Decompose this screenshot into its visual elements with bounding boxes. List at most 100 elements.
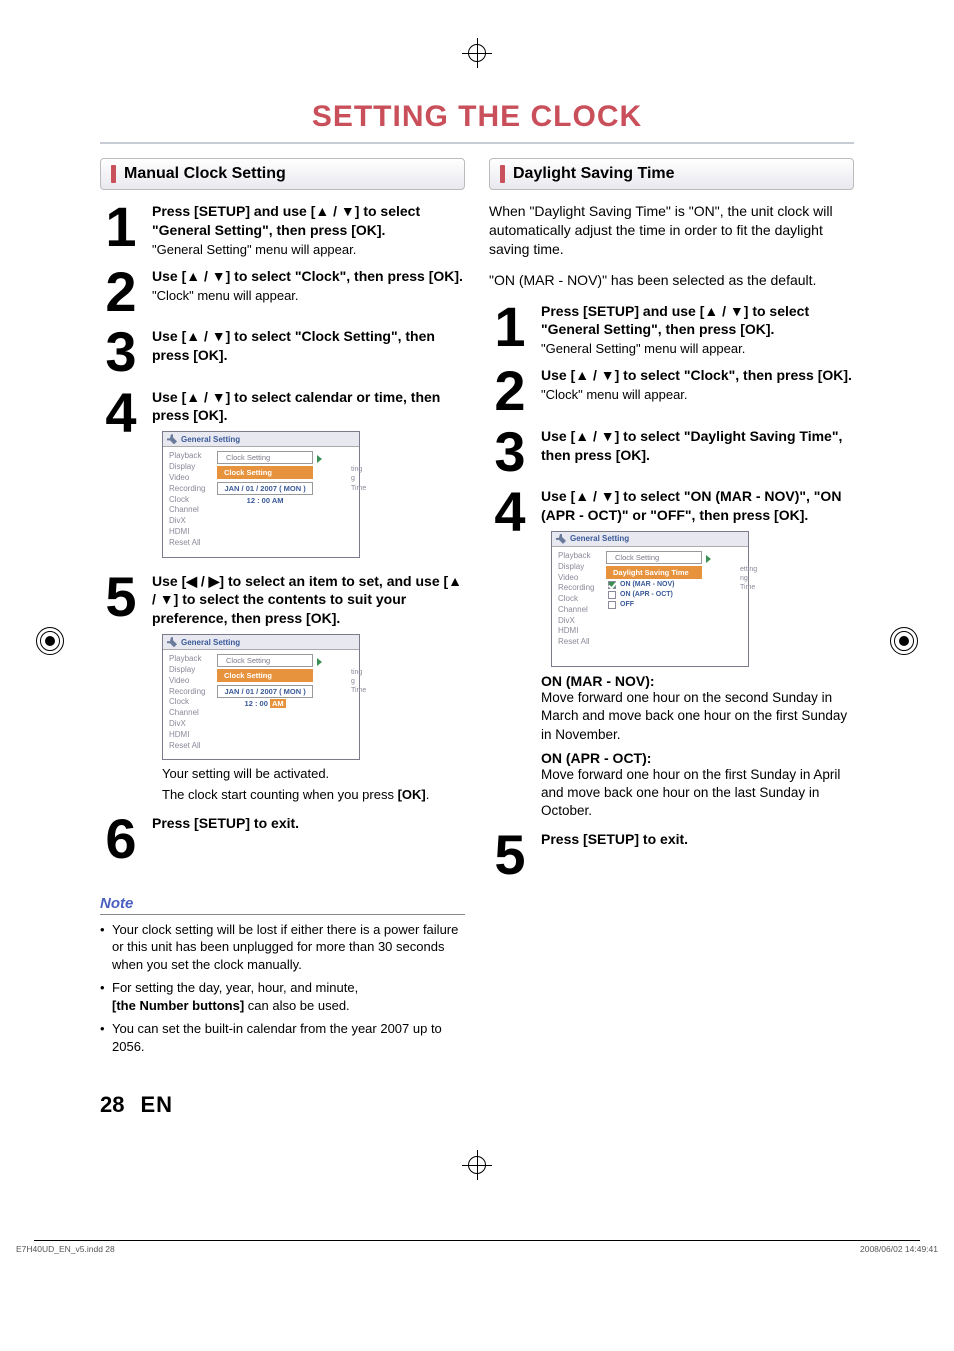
crop-mark-icon — [468, 1156, 486, 1174]
menu-date: JAN / 01 / 2007 ( MON ) — [217, 685, 313, 698]
option-heading: ON (MAR - NOV): — [541, 673, 854, 689]
step-number: 1 — [489, 302, 531, 357]
step-subtext: "General Setting" menu will appear. — [541, 341, 854, 356]
step-number: 3 — [489, 427, 531, 477]
option-heading: ON (APR - OCT): — [541, 750, 854, 766]
step-subtext: "Clock" menu will appear. — [152, 288, 465, 303]
step-3: 3 Use [▲ / ▼] to select "Clock Setting",… — [100, 327, 465, 377]
menu-option: ON (APR - OCT) — [606, 591, 702, 599]
menu-item: Channel — [169, 708, 205, 719]
arrow-right-icon — [706, 555, 711, 563]
arrow-right-icon — [317, 455, 322, 463]
menu-row: Clock Setting — [606, 551, 702, 564]
menu-list: Playback Display Video Recording Clock C… — [169, 654, 205, 751]
menu-item: Clock — [169, 697, 205, 708]
section-heading-label: Daylight Saving Time — [513, 165, 675, 183]
step-1: 1 Press [SETUP] and use [▲ / ▼] to selec… — [489, 302, 854, 357]
menu-time: 12 : 00 AM — [217, 496, 313, 505]
step-number: 6 — [100, 814, 142, 864]
step-4: 4 Use [▲ / ▼] to select calendar or time… — [100, 388, 465, 562]
menu-highlight: Daylight Saving Time — [606, 566, 702, 579]
menu-option: ON (MAR - NOV) — [606, 581, 702, 589]
step-number: 2 — [100, 267, 142, 317]
menu-item: Playback — [558, 551, 594, 562]
menu-item: Reset All — [169, 538, 205, 549]
menu-highlight: Clock Setting — [217, 466, 313, 479]
step-number: 4 — [489, 487, 531, 820]
step-text: Use [▲ / ▼] to select calendar or time, … — [152, 388, 465, 426]
section-heading-manual: Manual Clock Setting — [100, 158, 465, 190]
menu-item: Playback — [169, 654, 205, 665]
menu-option: OFF — [606, 601, 702, 609]
menu-item: Display — [558, 562, 594, 573]
step-after-text: The clock start counting when you press … — [162, 787, 465, 802]
step-5: 5 Use [◀ / ▶] to select an item to set, … — [100, 572, 465, 805]
menu-item: Display — [169, 665, 205, 676]
menu-item: HDMI — [558, 626, 594, 637]
footer: E7H40UD_EN_v5.indd 28 2008/06/02 14:49:4… — [16, 1244, 938, 1254]
step-text: Press [SETUP] and use [▲ / ▼] to select … — [541, 302, 854, 340]
section-heading-label: Manual Clock Setting — [124, 165, 286, 183]
menu-item: Recording — [169, 687, 205, 698]
step-text: Press [SETUP] to exit. — [152, 814, 465, 833]
checkbox-icon — [608, 591, 616, 599]
section-heading-dst: Daylight Saving Time — [489, 158, 854, 190]
step-5: 5 Press [SETUP] to exit. — [489, 830, 854, 880]
step-number: 2 — [489, 366, 531, 416]
intro-text: "ON (MAR - NOV)" has been selected as th… — [489, 271, 854, 290]
menu-screenshot: General Setting Playback Display Video R… — [551, 531, 749, 667]
note-title: Note — [100, 895, 465, 915]
step-text: Use [▲ / ▼] to select "ON (MAR - NOV)", … — [541, 487, 854, 525]
menu-title: General Setting — [181, 435, 240, 444]
menu-item: HDMI — [169, 730, 205, 741]
menu-side-label: ettingng Time — [740, 565, 757, 592]
arrow-right-icon — [317, 658, 322, 666]
menu-item: Playback — [169, 451, 205, 462]
step-text: Use [▲ / ▼] to select "Clock Setting", t… — [152, 327, 465, 365]
menu-item: Channel — [169, 505, 205, 516]
step-6: 6 Press [SETUP] to exit. — [100, 814, 465, 864]
menu-item: DivX — [169, 719, 205, 730]
step-text: Use [▲ / ▼] to select "Clock", then pres… — [541, 366, 854, 385]
note-box: Note Your clock setting will be lost if … — [100, 895, 465, 1056]
menu-item: Recording — [169, 484, 205, 495]
wrench-icon — [167, 434, 177, 444]
page-title: SETTING THE CLOCK — [100, 100, 854, 134]
checkbox-icon — [608, 581, 616, 589]
menu-list: Playback Display Video Recording Clock C… — [558, 551, 594, 648]
menu-highlight: Clock Setting — [217, 669, 313, 682]
wrench-icon — [167, 637, 177, 647]
step-3: 3 Use [▲ / ▼] to select "Daylight Saving… — [489, 427, 854, 477]
step-after-text: Your setting will be activated. — [162, 766, 465, 781]
menu-item: HDMI — [169, 527, 205, 538]
menu-item: Clock — [169, 495, 205, 506]
step-text: Use [◀ / ▶] to select an item to set, an… — [152, 572, 465, 629]
menu-item: DivX — [169, 516, 205, 527]
step-text: Use [▲ / ▼] to select "Daylight Saving T… — [541, 427, 854, 465]
menu-time: 12 : 00 AM — [217, 699, 313, 708]
step-text: Press [SETUP] to exit. — [541, 830, 854, 849]
menu-row: Clock Setting — [217, 451, 313, 464]
note-item: Your clock setting will be lost if eithe… — [100, 921, 465, 974]
option-body: Move forward one hour on the first Sunda… — [541, 766, 854, 821]
menu-screenshot: General Setting Playback Display Video R… — [162, 431, 360, 557]
note-item: You can set the built-in calendar from t… — [100, 1020, 465, 1055]
footer-left: E7H40UD_EN_v5.indd 28 — [16, 1244, 115, 1254]
step-4: 4 Use [▲ / ▼] to select "ON (MAR - NOV)"… — [489, 487, 854, 820]
step-2: 2 Use [▲ / ▼] to select "Clock", then pr… — [489, 366, 854, 416]
menu-item: Video — [169, 676, 205, 687]
step-number: 3 — [100, 327, 142, 377]
menu-date: JAN / 01 / 2007 ( MON ) — [217, 482, 313, 495]
menu-title: General Setting — [570, 534, 629, 543]
menu-item: DivX — [558, 616, 594, 627]
menu-row: Clock Setting — [217, 654, 313, 667]
menu-item: Recording — [558, 583, 594, 594]
page-number: 28EN — [100, 1092, 854, 1118]
menu-list: Playback Display Video Recording Clock C… — [169, 451, 205, 548]
step-subtext: "Clock" menu will appear. — [541, 387, 854, 402]
menu-item: Video — [558, 573, 594, 584]
checkbox-icon — [608, 601, 616, 609]
menu-item: Video — [169, 473, 205, 484]
footer-right: 2008/06/02 14:49:41 — [860, 1244, 938, 1254]
step-1: 1 Press [SETUP] and use [▲ / ▼] to selec… — [100, 202, 465, 257]
